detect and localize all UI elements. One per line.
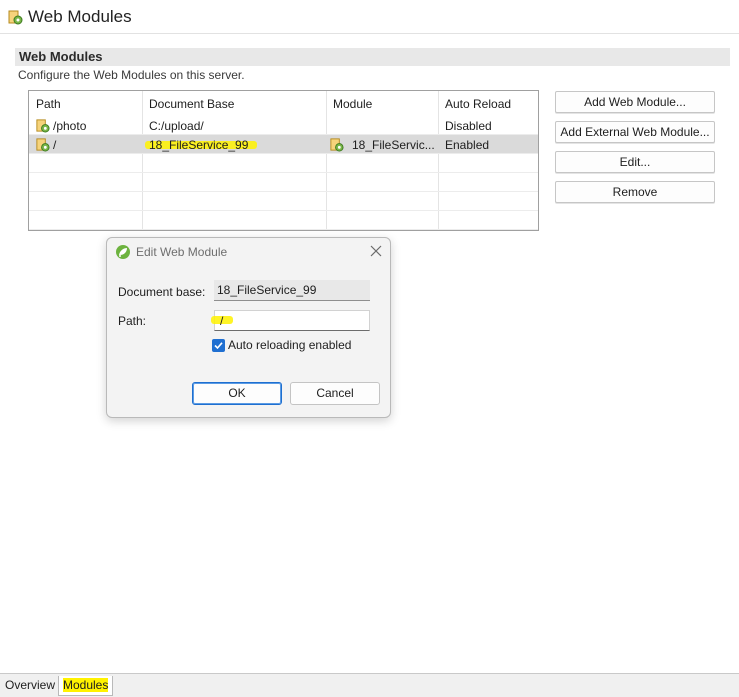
table-row[interactable]: /photo C:/upload/ Disabled — [29, 116, 538, 135]
cell-path: /photo — [53, 119, 87, 133]
table-row-empty — [29, 173, 538, 192]
column-header-module[interactable]: Module — [333, 97, 372, 111]
edit-button[interactable]: Edit... — [555, 151, 715, 173]
server-editor-page: Web Modules Web Modules Configure the We… — [0, 0, 739, 697]
web-module-icon — [36, 138, 50, 152]
dialog-titlebar[interactable]: Edit Web Module — [107, 238, 390, 268]
ok-button[interactable]: OK — [192, 382, 282, 405]
path-input[interactable]: / — [211, 310, 370, 331]
cell-auto-reload: Enabled — [445, 138, 490, 152]
web-module-icon — [330, 138, 344, 152]
column-header-auto-reload[interactable]: Auto Reload — [445, 97, 511, 111]
close-icon[interactable] — [369, 244, 383, 258]
add-external-web-module-button[interactable]: Add External Web Module... — [555, 121, 715, 143]
page-title: Web Modules — [28, 7, 132, 26]
auto-reload-label[interactable]: Auto reloading enabled — [228, 338, 351, 352]
table-row-empty — [29, 192, 538, 211]
checkmark-icon — [214, 342, 223, 350]
editor-tab-bar: Overview Modules — [0, 673, 739, 697]
document-base-field: 18_FileService_99 — [214, 280, 370, 301]
tab-modules[interactable]: Modules — [58, 676, 114, 696]
section-header: Web Modules — [15, 48, 730, 66]
web-module-icon — [36, 119, 50, 133]
tab-overview[interactable]: Overview — [1, 676, 59, 696]
path-label: Path: — [118, 314, 147, 328]
web-modules-table[interactable]: Path Document Base Module Auto Reload /p… — [28, 90, 539, 231]
auto-reload-checkbox[interactable] — [212, 339, 225, 352]
editor-titlebar: Web Modules — [0, 0, 739, 34]
remove-button[interactable]: Remove — [555, 181, 715, 203]
column-header-path[interactable]: Path — [36, 97, 61, 111]
cell-module: 18_FileServic... — [352, 138, 435, 152]
section-title: Web Modules — [19, 49, 103, 64]
path-input-value: / — [220, 314, 224, 328]
edit-web-module-dialog: Edit Web Module Document base: 18_FileSe… — [106, 237, 391, 418]
cell-document-base: C:/upload/ — [149, 119, 204, 133]
section-description: Configure the Web Modules on this server… — [18, 68, 245, 82]
add-web-module-button[interactable]: Add Web Module... — [555, 91, 715, 113]
cell-auto-reload: Disabled — [445, 119, 492, 133]
spring-leaf-icon — [116, 245, 130, 259]
cell-document-base: 18_FileService_99 — [149, 138, 249, 152]
web-module-icon — [8, 10, 23, 25]
table-row-empty — [29, 211, 538, 230]
cancel-button[interactable]: Cancel — [290, 382, 380, 405]
dialog-title: Edit Web Module — [136, 245, 228, 259]
column-header-document-base[interactable]: Document Base — [149, 97, 234, 111]
document-base-label: Document base: — [118, 285, 206, 299]
tab-modules-label: Modules — [63, 678, 109, 692]
cell-path: / — [53, 138, 57, 152]
table-row-selected[interactable]: / 18_FileService_99 18_FileServic... Ena… — [29, 135, 538, 154]
table-row-empty — [29, 154, 538, 173]
